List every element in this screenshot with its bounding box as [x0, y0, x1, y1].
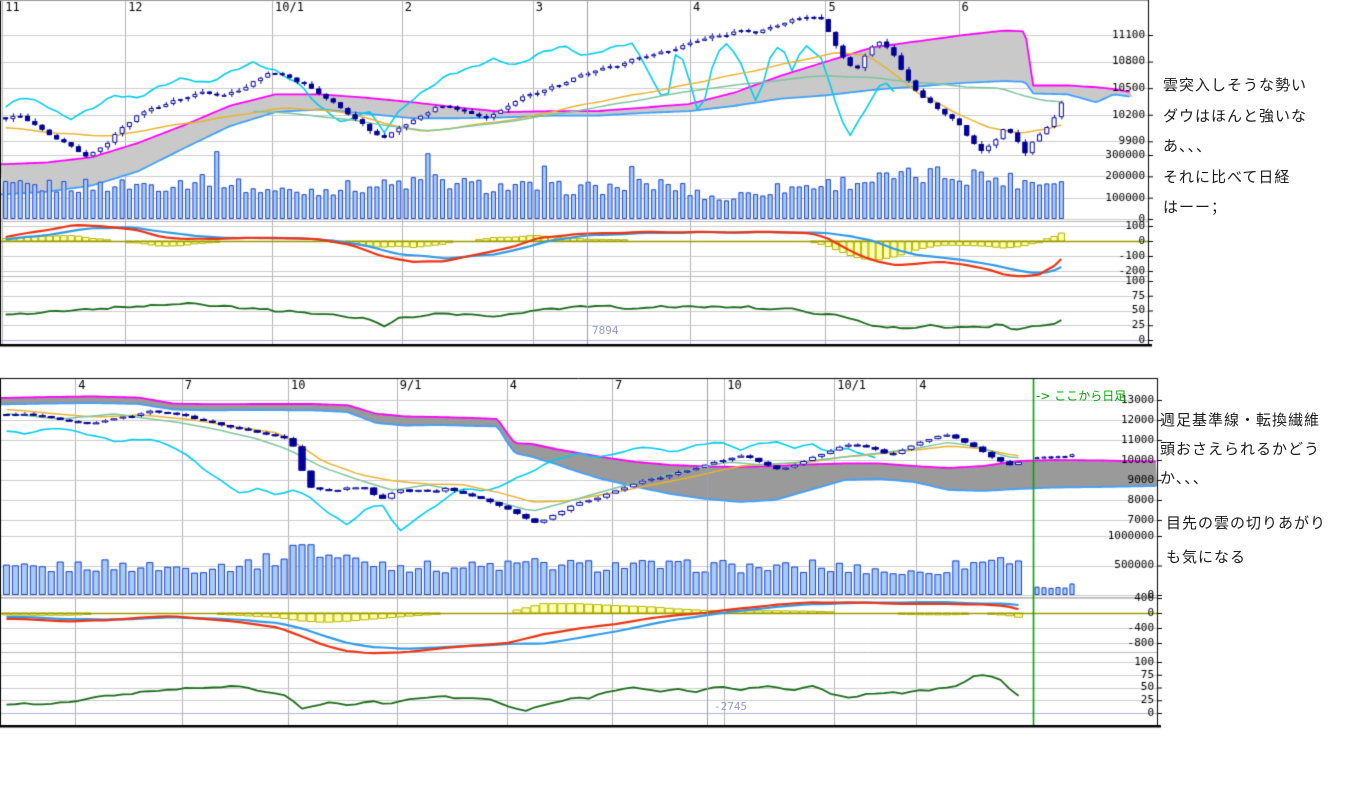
top-crosshair-value: 7894 [592, 324, 619, 337]
top-chart-annotation: 雲突入しそうな勢い ダウはほんと強いな あ、、、 それに比べて日経 はーー； [1163, 70, 1307, 223]
bottom-chart-annotation-block1: 週足基準線・転換繊維 頭おさえられるかどう か、、、 [1160, 406, 1320, 493]
annotation-line: ダウはほんと強いな [1163, 101, 1307, 132]
annotation-line: も気になる [1166, 540, 1326, 574]
annotation-line: それに比べて日経 [1163, 162, 1307, 193]
annotation-line: 雲突入しそうな勢い [1163, 70, 1307, 101]
daily-data-start-marker: -> ここから日足 [1036, 387, 1126, 404]
annotation-line: 目先の雲の切りあがり [1166, 506, 1326, 540]
annotation-line: 頭おさえられるかどう [1160, 435, 1320, 464]
bottom-crosshair-value: -2745 [714, 700, 747, 713]
charting-app-screen: 雲突入しそうな勢い ダウはほんと強いな あ、、、 それに比べて日経 はーー； 週… [0, 0, 1368, 806]
annotation-line: あ、、、 [1163, 131, 1307, 162]
bottom-chart-annotation-block2: 目先の雲の切りあがり も気になる [1166, 506, 1326, 574]
annotation-line: 週足基準線・転換繊維 [1160, 406, 1320, 435]
annotation-line: はーー； [1163, 192, 1307, 223]
annotation-line: か、、、 [1160, 464, 1320, 493]
